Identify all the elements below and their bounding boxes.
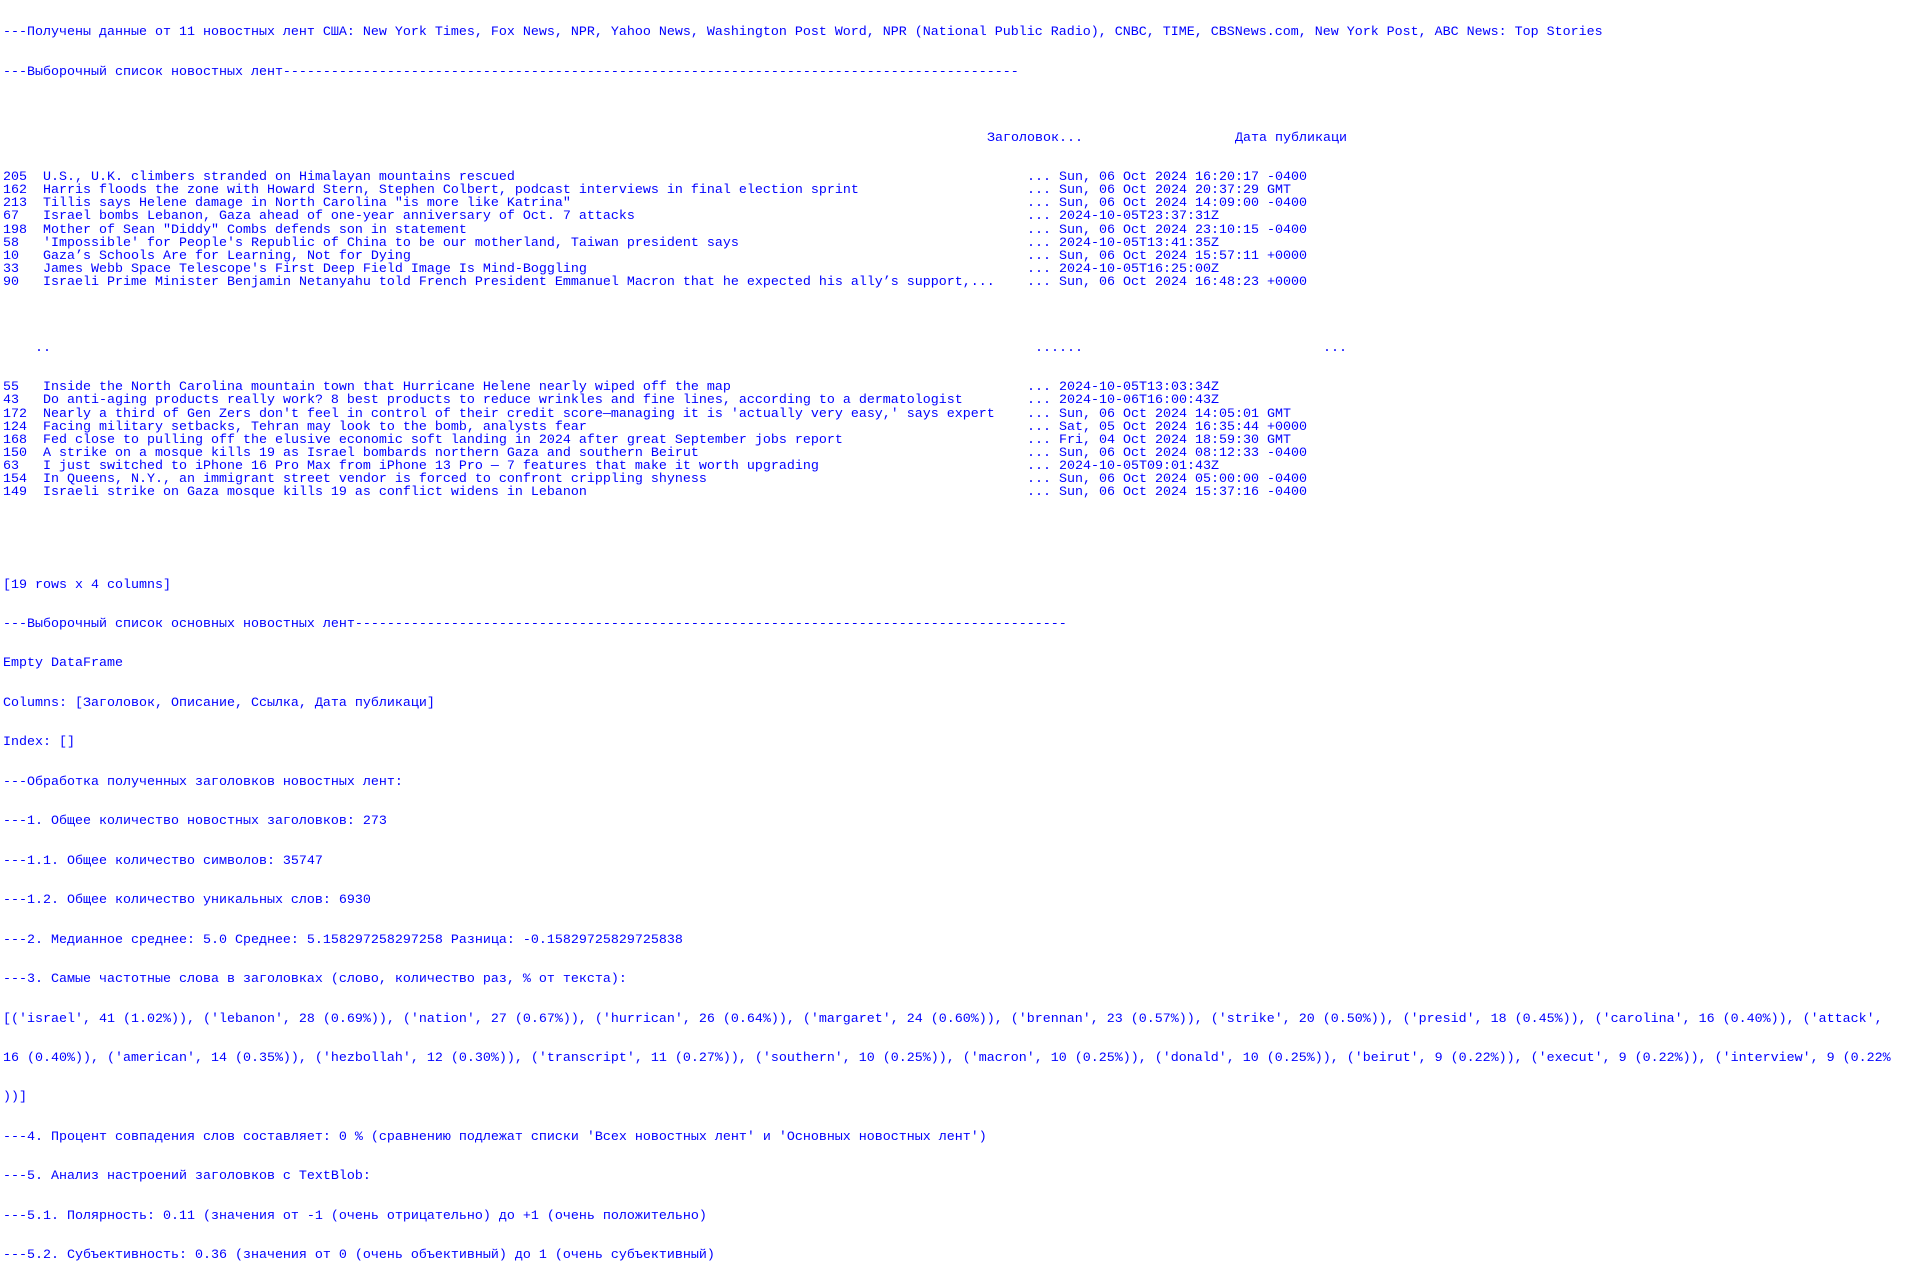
table-row: 149 Israeli strike on Gaza mosque kills 1… [3, 486, 1891, 499]
stat-total-chars: ---1.1. Общее количество символов: 35747 [3, 853, 323, 869]
row-date: Sun, 06 Oct 2024 15:57:11 +0000 [1059, 248, 1307, 264]
row-ellipsis: ... [1027, 485, 1051, 501]
console-output: ---Получены данные от 11 новостных лент … [3, 0, 1891, 1276]
row-title: Gaza’s Schools Are for Learning, Not for… [43, 248, 411, 264]
table-row: 43 Do anti-aging products really work? 8 … [3, 394, 1891, 407]
row-ellipsis: ... [1059, 340, 1083, 356]
stat-median-mean: ---2. Медианное среднее: 5.0 Среднее: 5.… [3, 932, 683, 948]
row-index: 172 [3, 406, 27, 422]
top-words-line: ))] [3, 1090, 27, 1106]
row-index: 90 [3, 275, 19, 291]
row-ellipsis: ... [1027, 393, 1051, 409]
table-row: 67 Israel bombs Lebanon, Gaza ahead of on… [3, 210, 1891, 223]
stat-polarity: ---5.1. Полярность: 0.11 (значения от -1… [3, 1208, 707, 1224]
row-date: 2024-10-05T23:37:31Z [1059, 209, 1219, 225]
row-date: 2024-10-06T16:00:43Z [1059, 393, 1219, 409]
row-date: Sun, 06 Oct 2024 23:10:15 -0400 [1059, 222, 1307, 238]
header-line: ---Получены данные от 11 новостных лент … [3, 25, 1603, 41]
row-date: Sun, 06 Oct 2024 16:48:23 +0000 [1059, 275, 1307, 291]
row-ellipsis: ... [1027, 235, 1051, 251]
row-index: 58 [3, 235, 19, 251]
top-words-title: ---3. Самые частотные слова в заголовках… [3, 972, 627, 988]
column-header-date: Дата публикаци [1235, 130, 1347, 146]
row-title: Mother of Sean "Diddy" Combs defends son… [43, 222, 467, 238]
row-ellipsis: ... [1027, 222, 1051, 238]
column-header-title: Заголовок [987, 130, 1059, 146]
row-date: Sun, 06 Oct 2024 15:37:16 -0400 [1059, 485, 1307, 501]
sample-list-title: ---Выборочный список новостных лент-----… [3, 64, 1019, 80]
row-title: Israel bombs Lebanon, Gaza ahead of one-… [43, 209, 635, 225]
row-title: Do anti-aging products really work? 8 be… [43, 393, 963, 409]
row-index: 43 [3, 393, 19, 409]
row-date: Sat, 05 Oct 2024 16:35:44 +0000 [1059, 419, 1307, 435]
row-title: Facing military setbacks, Tehran may loo… [43, 419, 587, 435]
top-words-line: [('israel', 41 (1.02%)), ('lebanon', 28 … [3, 1011, 1883, 1027]
table-header: Заголовок... Дата публикаци [3, 118, 1891, 144]
row-title: 'Impossible' for People's Republic of Ch… [43, 235, 739, 251]
row-date: 2024-10-05T13:41:35Z [1059, 235, 1219, 251]
table-row: 124 Facing military setbacks, Tehran may … [3, 421, 1891, 434]
table-gap-row: ........... [3, 329, 1891, 355]
row-index: 67 [3, 209, 19, 225]
table-shape: [19 rows x 4 columns] [3, 577, 171, 593]
stat-total-headlines: ---1. Общее количество новостных заголов… [3, 814, 387, 830]
row-title: Israeli Prime Minister Benjamin Netanyah… [43, 275, 995, 291]
table-row: 58 'Impossible' for People's Republic of … [3, 235, 1891, 251]
sentiment-title: ---5. Анализ настроений заголовков с Tex… [3, 1169, 371, 1185]
row-ellipsis: ... [1027, 248, 1051, 264]
row-title: ... [1035, 340, 1059, 356]
top-words-line: 16 (0.40%)), ('american', 14 (0.35%)), (… [3, 1050, 1891, 1066]
main-list-title: ---Выборочный список основных новостных … [3, 616, 1067, 632]
table-row: 10 Gaza’s Schools Are for Learning, Not f… [3, 250, 1891, 263]
row-title: Israeli strike on Gaza mosque kills 19 a… [43, 485, 587, 501]
table-row: 90 Israeli Prime Minister Benjamin Netany… [3, 276, 1891, 289]
empty-dataframe-columns: Columns: [Заголовок, Описание, Ссылка, Д… [3, 695, 435, 711]
row-ellipsis: ... [1027, 419, 1051, 435]
row-ellipsis: ... [1027, 209, 1051, 225]
stat-subjectivity: ---5.2. Субъективность: 0.36 (значения о… [3, 1248, 715, 1264]
row-index: .. [35, 340, 51, 356]
row-index: 124 [3, 419, 27, 435]
table-rows-bottom: 55 Inside the North Carolina mountain tow… [3, 381, 1891, 500]
row-index: 10 [3, 248, 19, 264]
processing-title: ---Обработка полученных заголовков новос… [3, 774, 403, 790]
empty-dataframe-index: Index: [] [3, 735, 75, 751]
table-rows-top: 205 U.S., U.K. climbers stranded on Himal… [3, 171, 1891, 290]
column-header-ellipsis: ... [1059, 130, 1083, 146]
table-row: 198 Mother of Sean "Diddy" Combs defends … [3, 222, 1891, 238]
stat-overlap: ---4. Процент совпадения слов составляет… [3, 1129, 987, 1145]
empty-dataframe: Empty DataFrame [3, 656, 123, 672]
stat-unique-words: ---1.2. Общее количество уникальных слов… [3, 893, 371, 909]
row-date: Sun, 06 Oct 2024 14:05:01 GMT [1059, 406, 1291, 422]
row-title: Nearly a third of Gen Zers don't feel in… [43, 406, 995, 422]
row-ellipsis: ... [1027, 406, 1051, 422]
row-index: 198 [3, 222, 27, 238]
row-index: 149 [3, 485, 27, 501]
table-row: 172 Nearly a third of Gen Zers don't feel… [3, 406, 1891, 422]
row-ellipsis: ... [1027, 275, 1051, 291]
row-date: ... [1323, 340, 1347, 356]
